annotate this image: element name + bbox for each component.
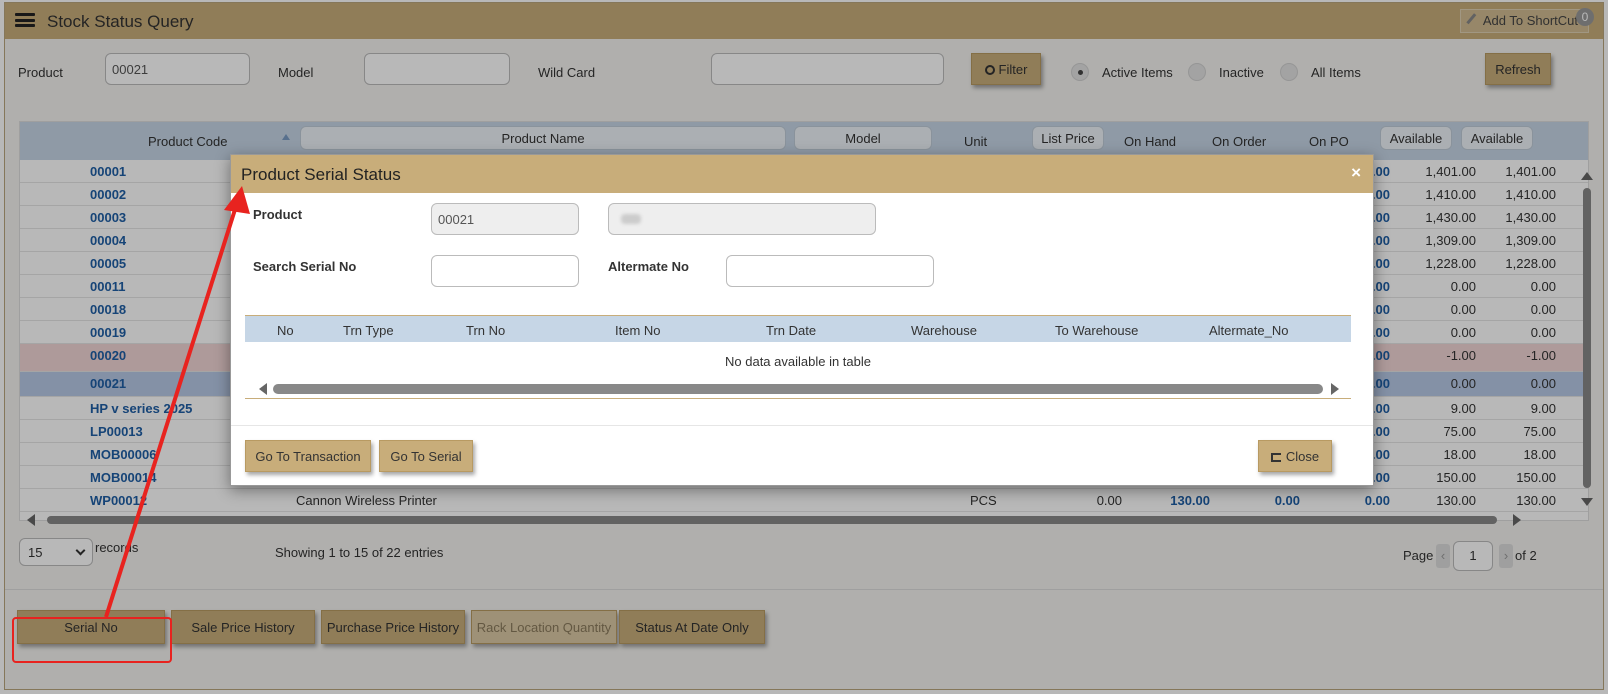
serial-scroll-right-icon[interactable] <box>1331 383 1339 395</box>
search-serial-label: Search Serial No <box>253 259 357 274</box>
dialog-title: Product Serial Status <box>241 165 401 184</box>
serial-table-scrollbar[interactable] <box>259 382 1339 396</box>
col-trn-type[interactable]: Trn Type <box>343 323 394 338</box>
col-trn-no[interactable]: Trn No <box>466 323 505 338</box>
go-to-serial-button[interactable]: Go To Serial <box>379 440 473 472</box>
col-trn-date[interactable]: Trn Date <box>766 323 816 338</box>
serial-scroll-thumb[interactable] <box>273 384 1323 394</box>
serial-table: No Trn Type Trn No Item No Trn Date Ware… <box>245 315 1351 399</box>
alternate-no-label: Altermate No <box>608 259 689 274</box>
sign-out-icon <box>1270 453 1281 462</box>
alternate-no-input[interactable] <box>726 255 934 287</box>
dialog-header: Product Serial Status × <box>231 155 1373 193</box>
dialog-footer-divider <box>231 425 1373 426</box>
redacted-name <box>621 214 641 224</box>
close-button-label: Close <box>1285 449 1320 464</box>
serial-product-name-field <box>608 203 876 235</box>
col-to-warehouse[interactable]: To Warehouse <box>1055 323 1138 338</box>
empty-table-message: No data available in table <box>725 354 871 369</box>
product-serial-status-dialog: Product Serial Status × Product 00021 Se… <box>230 154 1374 486</box>
col-item-no[interactable]: Item No <box>615 323 661 338</box>
col-no[interactable]: No <box>277 323 294 338</box>
go-to-transaction-button[interactable]: Go To Transaction <box>245 440 371 472</box>
serial-scroll-left-icon[interactable] <box>259 383 267 395</box>
annotation-highlight-box <box>12 617 172 663</box>
close-icon[interactable]: × <box>1351 163 1361 183</box>
close-button[interactable]: Close <box>1258 440 1332 472</box>
serial-product-label: Product <box>253 207 303 222</box>
col-alternate-no[interactable]: Altermate_No <box>1209 323 1288 338</box>
serial-table-header: No Trn Type Trn No Item No Trn Date Ware… <box>245 316 1351 342</box>
col-warehouse[interactable]: Warehouse <box>911 323 977 338</box>
search-serial-input[interactable] <box>431 255 579 287</box>
serial-product-code-field: 00021 <box>431 203 579 235</box>
